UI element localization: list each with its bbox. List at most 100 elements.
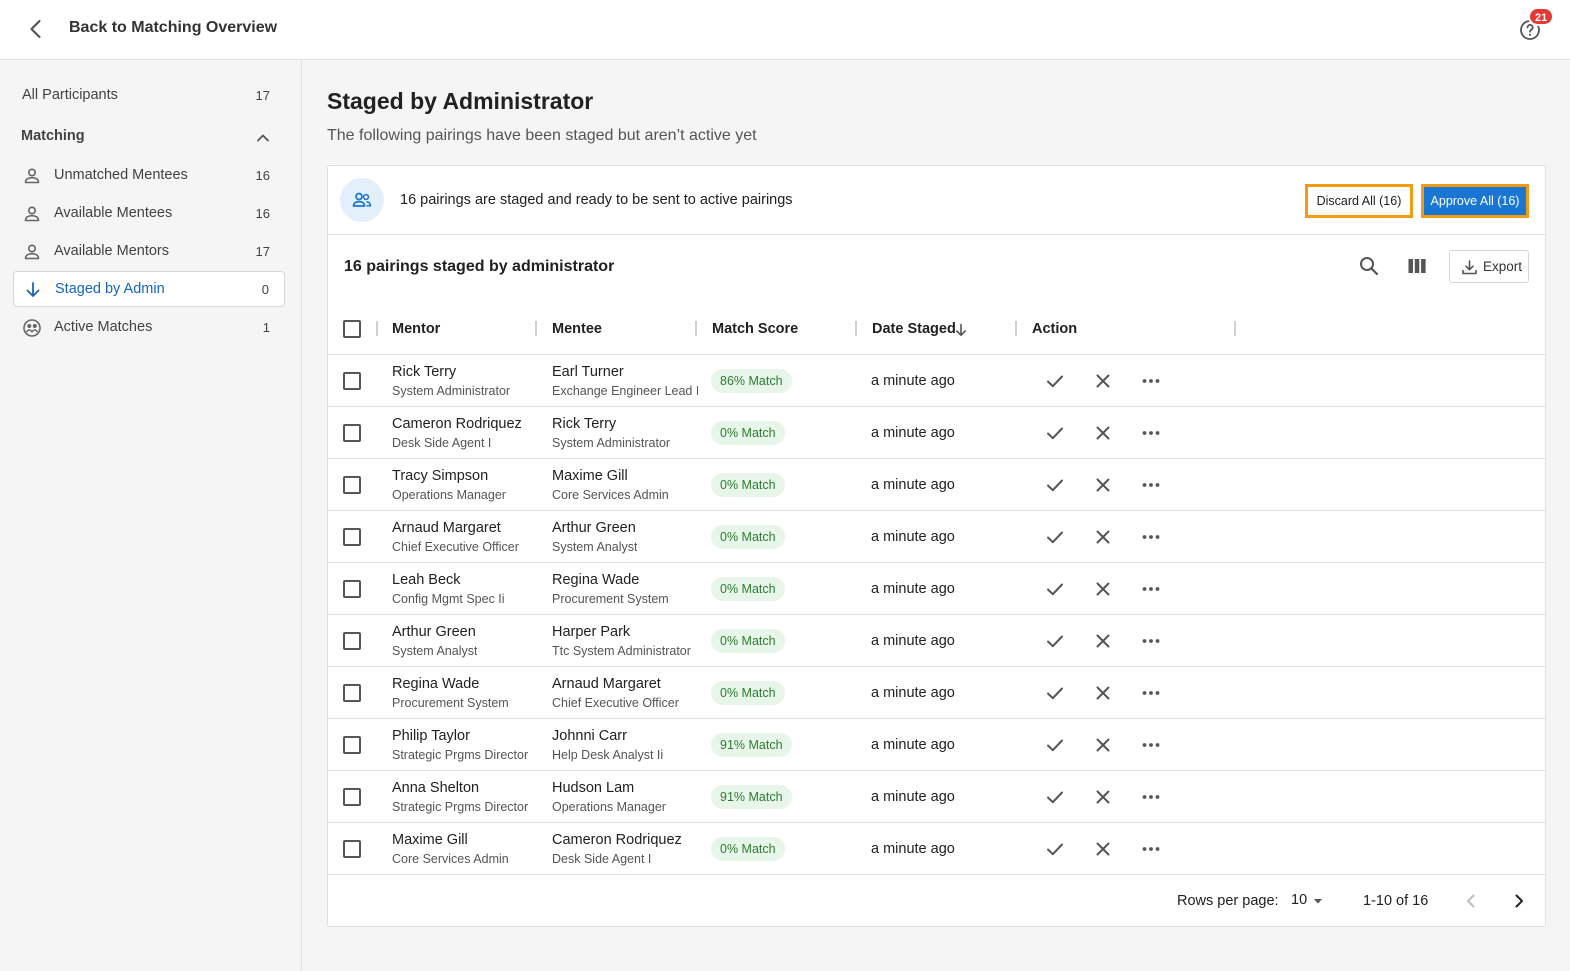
approve-check-icon[interactable] xyxy=(1043,577,1067,601)
sidebar-item-unmatched-mentees[interactable]: Unmatched Mentees 16 xyxy=(13,158,285,194)
more-options-icon[interactable] xyxy=(1139,681,1163,705)
next-page-button[interactable] xyxy=(1507,889,1531,913)
date-staged: a minute ago xyxy=(871,685,955,701)
columns-icon[interactable] xyxy=(1405,254,1429,278)
more-options-icon[interactable] xyxy=(1139,837,1163,861)
search-icon[interactable] xyxy=(1357,254,1381,278)
mentor-role: Strategic Prgms Director xyxy=(392,800,529,814)
rows-per-page-select[interactable]: 10 xyxy=(1289,889,1329,913)
discard-close-icon[interactable] xyxy=(1091,629,1115,653)
sidebar-item-available-mentees[interactable]: Available Mentees 16 xyxy=(13,196,285,232)
row-checkbox[interactable] xyxy=(343,424,361,442)
discard-close-icon[interactable] xyxy=(1091,473,1115,497)
table-row: Arnaud Margaret Chief Executive Officer Ar… xyxy=(328,511,1545,563)
sidebar-section-matching[interactable]: Matching xyxy=(13,120,285,154)
discard-close-icon[interactable] xyxy=(1091,837,1115,861)
more-options-icon[interactable] xyxy=(1139,733,1163,757)
people-icon xyxy=(340,178,384,222)
row-checkbox[interactable] xyxy=(343,632,361,650)
discard-all-button[interactable]: Discard All (16) xyxy=(1305,184,1413,218)
column-divider xyxy=(1015,321,1017,336)
chevron-left-icon[interactable] xyxy=(24,17,48,41)
column-header-mentor[interactable]: Mentor xyxy=(392,321,440,337)
discard-close-icon[interactable] xyxy=(1091,733,1115,757)
table-title: 16 pairings staged by administrator xyxy=(344,258,615,275)
match-score-chip: 0% Match xyxy=(711,473,785,497)
row-checkbox[interactable] xyxy=(343,840,361,858)
column-header-date-staged[interactable]: Date Staged xyxy=(872,321,956,337)
sidebar-section-label: Matching xyxy=(21,128,85,144)
mentee-role: Help Desk Analyst Ii xyxy=(552,748,664,762)
previous-page-button[interactable] xyxy=(1459,889,1483,913)
mentee-role: Chief Executive Officer xyxy=(552,696,679,710)
sidebar-item-label: Available Mentees xyxy=(54,205,173,221)
more-options-icon[interactable] xyxy=(1139,629,1163,653)
select-all-checkbox[interactable] xyxy=(343,320,361,338)
row-checkbox[interactable] xyxy=(343,684,361,702)
date-staged: a minute ago xyxy=(871,425,955,441)
mentee-name: Maxime Gill xyxy=(552,468,628,484)
discard-close-icon[interactable] xyxy=(1091,525,1115,549)
mentee-role: System Analyst xyxy=(552,540,638,554)
approve-check-icon[interactable] xyxy=(1043,785,1067,809)
person-icon xyxy=(24,244,40,260)
sidebar-item-count: 16 xyxy=(255,168,270,183)
approve-check-icon[interactable] xyxy=(1043,733,1067,757)
mentor-name: Maxime Gill xyxy=(392,832,468,848)
more-options-icon[interactable] xyxy=(1139,369,1163,393)
approve-check-icon[interactable] xyxy=(1043,421,1067,445)
match-score-chip: 0% Match xyxy=(711,837,785,861)
mentee-role: Ttc System Administrator xyxy=(552,644,691,658)
mentee-role: Exchange Engineer Lead I xyxy=(552,384,698,398)
approve-check-icon[interactable] xyxy=(1043,837,1067,861)
table-row: Rick Terry System Administrator Earl Turne… xyxy=(328,355,1545,407)
match-score-chip: 86% Match xyxy=(711,369,792,393)
table-row: Regina Wade Procurement System Arnaud Marg… xyxy=(328,667,1545,719)
mentor-role: Desk Side Agent I xyxy=(392,436,492,450)
column-header-match-score[interactable]: Match Score xyxy=(712,321,798,337)
more-options-icon[interactable] xyxy=(1139,421,1163,445)
sidebar-item-available-mentors[interactable]: Available Mentors 17 xyxy=(13,234,285,270)
sidebar-item-count: 17 xyxy=(255,88,270,103)
discard-close-icon[interactable] xyxy=(1091,785,1115,809)
more-options-icon[interactable] xyxy=(1139,473,1163,497)
sidebar-item-count: 17 xyxy=(255,244,270,259)
discard-close-icon[interactable] xyxy=(1091,421,1115,445)
mentor-name: Arnaud Margaret xyxy=(392,520,501,536)
row-checkbox[interactable] xyxy=(343,788,361,806)
more-options-icon[interactable] xyxy=(1139,577,1163,601)
date-staged: a minute ago xyxy=(871,477,955,493)
row-checkbox[interactable] xyxy=(343,528,361,546)
approve-all-button[interactable]: Approve All (16) xyxy=(1421,184,1529,218)
discard-close-icon[interactable] xyxy=(1091,577,1115,601)
sidebar-item-label: Unmatched Mentees xyxy=(54,167,188,183)
column-header-mentee[interactable]: Mentee xyxy=(552,321,602,337)
approve-check-icon[interactable] xyxy=(1043,525,1067,549)
more-options-icon[interactable] xyxy=(1139,525,1163,549)
sidebar-item-active-matches[interactable]: Active Matches 1 xyxy=(13,310,285,346)
rows-per-page-label: Rows per page: xyxy=(1177,893,1279,909)
discard-close-icon[interactable] xyxy=(1091,369,1115,393)
mentor-name: Rick Terry xyxy=(392,364,457,380)
row-checkbox[interactable] xyxy=(343,736,361,754)
row-checkbox[interactable] xyxy=(343,580,361,598)
sidebar-item-all-participants[interactable]: All Participants 17 xyxy=(13,78,285,114)
approve-check-icon[interactable] xyxy=(1043,473,1067,497)
approve-check-icon[interactable] xyxy=(1043,629,1067,653)
matches-icon xyxy=(23,319,41,337)
page-title: Staged by Administrator xyxy=(327,88,594,114)
mentor-name: Anna Shelton xyxy=(392,780,480,796)
mentee-role: Procurement System xyxy=(552,592,669,606)
row-checkbox[interactable] xyxy=(343,476,361,494)
table-row: Leah Beck Config Mgmt Spec Ii Regina Wade P… xyxy=(328,563,1545,615)
mentor-name: Regina Wade xyxy=(392,676,480,692)
row-checkbox[interactable] xyxy=(343,372,361,390)
approve-check-icon[interactable] xyxy=(1043,681,1067,705)
back-link[interactable]: Back to Matching Overview xyxy=(69,19,277,37)
discard-close-icon[interactable] xyxy=(1091,681,1115,705)
export-button[interactable]: Export xyxy=(1449,250,1529,283)
approve-check-icon[interactable] xyxy=(1043,369,1067,393)
sort-descending-icon[interactable] xyxy=(954,323,968,337)
sidebar-item-staged-by-admin[interactable]: Staged by Admin 0 xyxy=(13,271,285,307)
more-options-icon[interactable] xyxy=(1139,785,1163,809)
